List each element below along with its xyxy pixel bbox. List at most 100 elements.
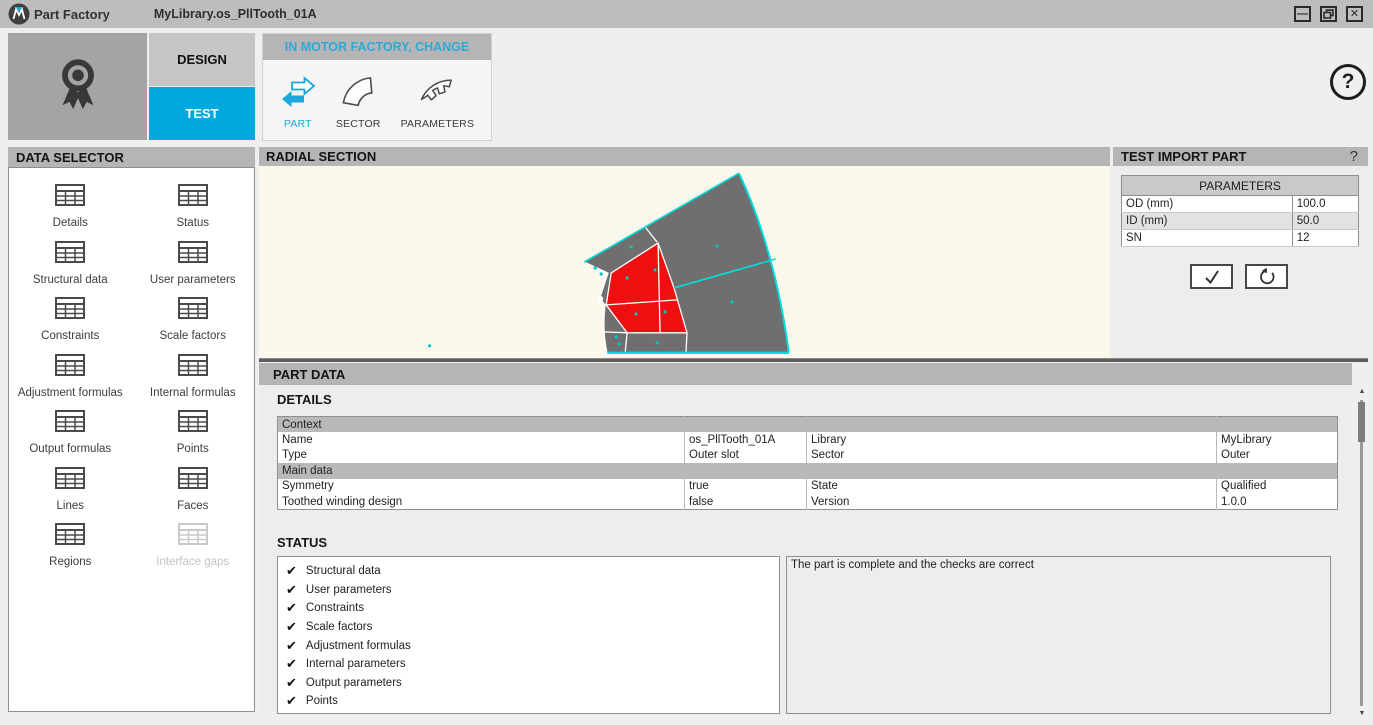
parameters-table-header: PARAMETERS (1122, 176, 1359, 196)
table-icon (178, 241, 208, 268)
details-cell: Toothed winding design (278, 494, 685, 510)
check-mark-icon: ✔ (286, 675, 297, 691)
help-button[interactable]: ? (1330, 64, 1366, 100)
minimize-button[interactable]: — (1294, 6, 1311, 22)
restore-button[interactable] (1320, 6, 1337, 22)
toolbar-button-parameters[interactable]: PARAMETERS (401, 74, 475, 130)
data-selector-item-status[interactable]: Status (132, 178, 255, 235)
motor-factory-toolbar: IN MOTOR FACTORY, CHANGE PART SECTOR (262, 33, 492, 141)
check-mark-icon: ✔ (286, 693, 297, 709)
parameter-value[interactable]: 12 (1292, 230, 1358, 247)
data-selector-item-label: Internal formulas (150, 387, 236, 399)
check-mark-icon: ✔ (286, 582, 297, 598)
data-selector-item-output-formulas[interactable]: Output formulas (9, 404, 132, 461)
data-selector-item-adjustment-formulas[interactable]: Adjustment formulas (9, 348, 132, 405)
data-selector-item-faces[interactable]: Faces (132, 461, 255, 518)
table-icon (55, 523, 85, 550)
status-checklist: ✔Structural data✔User parameters✔Constra… (277, 556, 780, 714)
details-section-row: Context (278, 417, 1338, 433)
data-selector-item-label: Constraints (41, 330, 99, 342)
data-selector-item-label: Regions (49, 556, 91, 568)
scrollbar-track[interactable] (1360, 400, 1363, 706)
parameter-label: OD (mm) (1122, 196, 1293, 213)
part-data-header: PART DATA (259, 363, 1352, 385)
details-cell: Outer slot (685, 448, 807, 464)
data-selector-item-constraints[interactable]: Constraints (9, 291, 132, 348)
details-cell: Library (807, 432, 1217, 448)
data-selector-item-label: Status (176, 217, 209, 229)
parameters-row: SN12 (1122, 230, 1359, 247)
details-cell: Type (278, 448, 685, 464)
data-selector-item-lines[interactable]: Lines (9, 461, 132, 518)
part-arrows-icon (280, 74, 316, 113)
tab-test[interactable]: TEST (149, 87, 255, 140)
data-selector-item-user-parameters[interactable]: User parameters (132, 235, 255, 292)
parameters-table: PARAMETERS OD (mm)100.0ID (mm)50.0SN12 (1121, 175, 1359, 247)
radial-section-drawing (259, 166, 1110, 358)
data-selector-item-label: Interface gaps (156, 556, 229, 568)
toolbar-button-sector[interactable]: SECTOR (336, 74, 381, 130)
data-selector-item-internal-formulas[interactable]: Internal formulas (132, 348, 255, 405)
close-button[interactable]: ✕ (1346, 6, 1363, 22)
details-section-row: Main data (278, 463, 1338, 479)
window-controls: — ✕ (1294, 6, 1363, 22)
data-selector-item-details[interactable]: Details (9, 178, 132, 235)
parameter-value[interactable]: 100.0 (1292, 196, 1358, 213)
app-title: Part Factory (34, 7, 110, 22)
scrollbar-thumb[interactable] (1358, 402, 1365, 442)
status-check-item: ✔Adjustment formulas (286, 636, 779, 655)
table-icon (55, 297, 85, 324)
details-cell: 1.0.0 (1217, 494, 1338, 510)
toolbar-button-part[interactable]: PART (280, 74, 316, 130)
details-cell (1217, 417, 1338, 433)
details-section-title: DETAILS (277, 392, 332, 407)
table-icon (55, 354, 85, 381)
parameters-row: ID (mm)50.0 (1122, 213, 1359, 230)
parameter-label: ID (mm) (1122, 213, 1293, 230)
details-cell: os_PllTooth_01A (685, 432, 807, 448)
status-check-item: ✔User parameters (286, 581, 779, 600)
table-icon (55, 467, 85, 494)
tab-design[interactable]: DESIGN (149, 33, 255, 86)
scroll-down-icon[interactable]: ▼ (1357, 710, 1367, 717)
scroll-up-icon[interactable]: ▲ (1357, 388, 1367, 395)
reset-button[interactable] (1245, 264, 1288, 289)
details-cell: Sector (807, 448, 1217, 464)
details-data-row: Toothed winding designfalseVersion1.0.0 (278, 494, 1338, 510)
details-cell (685, 417, 807, 433)
data-selector-item-label: Adjustment formulas (18, 387, 123, 399)
table-icon (178, 523, 208, 550)
details-cell: Qualified (1217, 479, 1338, 495)
table-icon (55, 410, 85, 437)
test-import-part-title: TEST IMPORT PART (1121, 149, 1246, 164)
test-import-help-button[interactable]: ? (1350, 148, 1358, 165)
test-import-part-header: TEST IMPORT PART ? (1113, 147, 1368, 166)
sector-icon (340, 74, 376, 113)
details-cell (807, 417, 1217, 433)
horizontal-splitter[interactable] (259, 358, 1368, 362)
radial-section-canvas[interactable] (259, 166, 1110, 358)
details-cell: false (685, 494, 807, 510)
parameter-value[interactable]: 50.0 (1292, 213, 1358, 230)
parameters-icon (417, 74, 457, 113)
check-mark-icon: ✔ (286, 712, 297, 714)
part-data-scrollbar[interactable]: ▲ ▼ (1356, 388, 1368, 718)
check-mark-icon: ✔ (286, 619, 297, 635)
data-selector-item-label: Lines (57, 500, 85, 512)
data-selector-item-scale-factors[interactable]: Scale factors (132, 291, 255, 348)
data-selector-item-structural-data[interactable]: Structural data (9, 235, 132, 292)
status-check-label: Internal parameters (306, 658, 406, 670)
data-selector-item-label: Scale factors (160, 330, 226, 342)
parameter-label: SN (1122, 230, 1293, 247)
details-cell: Main data (278, 463, 685, 479)
qualified-badge-panel (8, 33, 147, 140)
data-selector-item-regions[interactable]: Regions (9, 517, 132, 574)
test-import-part-panel: PARAMETERS OD (mm)100.0ID (mm)50.0SN12 (1113, 166, 1368, 358)
check-icon (1202, 268, 1222, 286)
details-table: ContextNameos_PllTooth_01ALibraryMyLibra… (277, 416, 1338, 510)
apply-button[interactable] (1190, 264, 1233, 289)
details-data-row: TypeOuter slotSectorOuter (278, 448, 1338, 464)
table-icon (178, 410, 208, 437)
details-cell: Symmetry (278, 479, 685, 495)
data-selector-item-points[interactable]: Points (132, 404, 255, 461)
